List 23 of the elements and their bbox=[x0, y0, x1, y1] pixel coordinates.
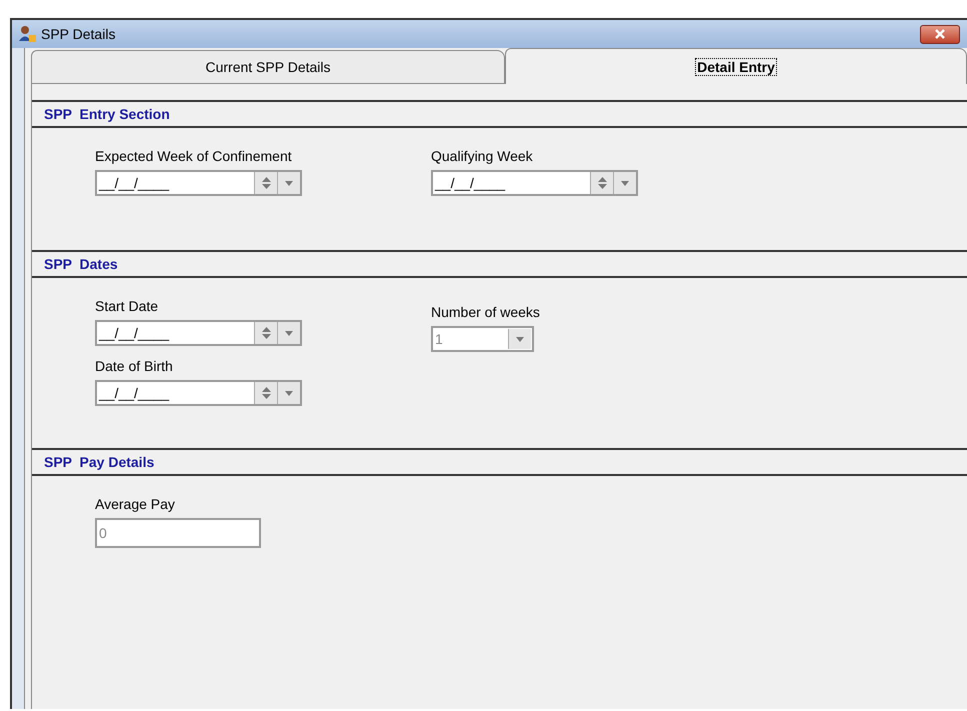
tab[interactable]: Detail Entry bbox=[505, 48, 967, 84]
spin-icon[interactable] bbox=[254, 322, 277, 344]
section-header: SPP Entry Section bbox=[32, 100, 967, 128]
field-label: Number of weeks bbox=[431, 304, 540, 320]
date-field[interactable]: __/__/____ bbox=[95, 380, 302, 406]
field-label: Average Pay bbox=[95, 496, 176, 512]
section-header: SPP Pay Details bbox=[32, 448, 967, 476]
date-field[interactable]: __/__/____ bbox=[95, 320, 302, 346]
close-button[interactable] bbox=[920, 24, 960, 44]
person-icon bbox=[18, 25, 36, 43]
field-label: Expected Week of Confinement bbox=[95, 148, 293, 164]
date-field[interactable]: __/__/____ bbox=[95, 170, 302, 196]
date-field[interactable]: __/__/____ bbox=[431, 170, 638, 196]
field-label: Qualifying Week bbox=[431, 148, 534, 164]
spin-icon[interactable] bbox=[254, 172, 277, 194]
field-label: Date of Birth bbox=[95, 358, 174, 374]
close-icon bbox=[934, 29, 946, 39]
section-header: SPP Dates bbox=[32, 250, 967, 278]
spin-icon[interactable] bbox=[254, 382, 277, 404]
tab[interactable]: Current SPP Details bbox=[31, 50, 505, 84]
window-title: SPP Details bbox=[41, 26, 116, 42]
field-label: Start Date bbox=[95, 298, 160, 314]
spin-icon[interactable] bbox=[590, 172, 613, 194]
